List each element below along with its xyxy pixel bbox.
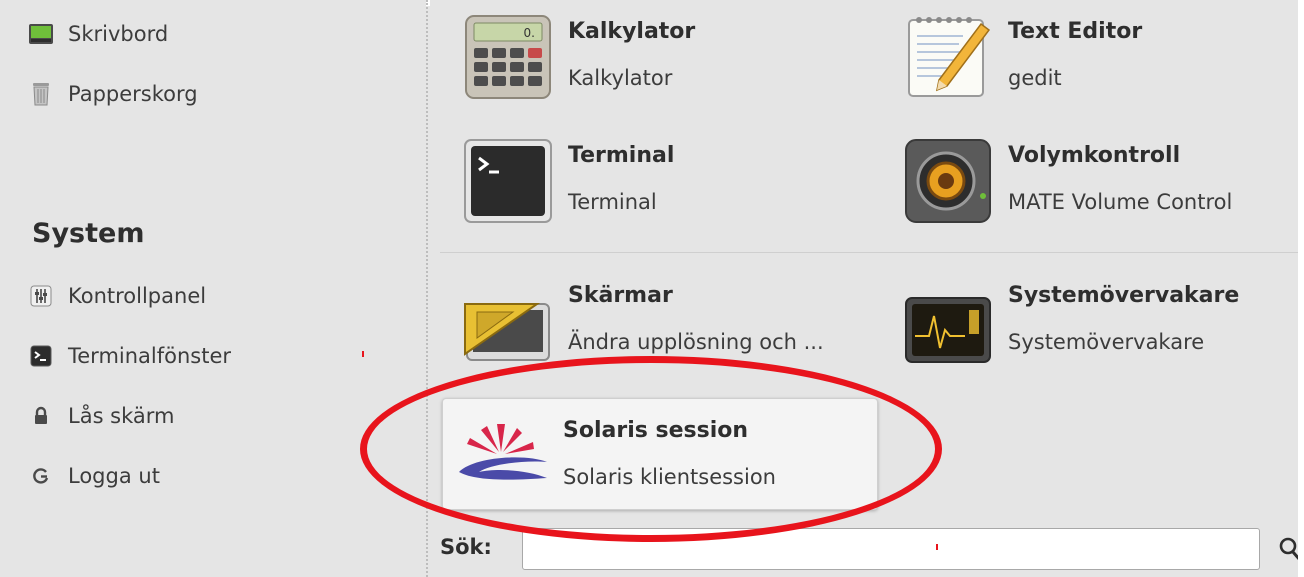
app-volymkontroll[interactable]: Volymkontroll MATE Volume Control bbox=[902, 124, 1232, 234]
solaris-logo-icon bbox=[457, 408, 549, 500]
desktop-icon bbox=[28, 21, 54, 47]
app-name: Text Editor bbox=[1008, 19, 1143, 44]
app-name: Volymkontroll bbox=[1008, 143, 1181, 168]
red-mark bbox=[362, 351, 364, 357]
app-name: Kalkylator bbox=[568, 19, 696, 44]
app-solaris-session[interactable]: Solaris session Solaris klientsession bbox=[442, 398, 878, 510]
app-text-editor[interactable]: Text Editor gedit bbox=[902, 0, 1142, 110]
sidebar-item-label: Logga ut bbox=[68, 464, 160, 488]
sidebar-item-papperskorg[interactable]: Papperskorg bbox=[28, 74, 198, 114]
section-title-system: System bbox=[32, 218, 145, 249]
app-description: Ändra upplösning och ... bbox=[568, 330, 824, 354]
sidebar-item-logga-ut[interactable]: Logga ut bbox=[28, 456, 160, 496]
display-icon bbox=[462, 273, 554, 365]
app-description: Solaris klientsession bbox=[563, 465, 776, 489]
speaker-icon bbox=[902, 133, 994, 225]
lock-icon bbox=[28, 403, 54, 429]
sidebar-item-label: Skrivbord bbox=[68, 22, 169, 46]
sidebar-item-las-skarm[interactable]: Lås skärm bbox=[28, 396, 175, 436]
app-description: gedit bbox=[1008, 66, 1062, 90]
logout-icon bbox=[28, 463, 54, 489]
sidebar-item-kontrollpanel[interactable]: Kontrollpanel bbox=[28, 276, 206, 316]
app-kalkylator[interactable]: 0. Kalkylator Kalkylator bbox=[462, 0, 695, 110]
calculator-icon: 0. bbox=[462, 9, 554, 101]
app-description: Kalkylator bbox=[568, 66, 673, 90]
sidebar-item-label: Terminalfönster bbox=[68, 344, 232, 368]
terminal-small-icon bbox=[28, 343, 54, 369]
vertical-divider bbox=[426, 0, 428, 577]
app-skarmar[interactable]: Skärmar Ändra upplösning och ... bbox=[462, 264, 824, 374]
sidebar-item-terminalfonster[interactable]: Terminalfönster bbox=[28, 336, 231, 376]
sidebar-item-label: Kontrollpanel bbox=[68, 284, 207, 308]
search-label: Sök: bbox=[440, 535, 492, 559]
app-name: Solaris session bbox=[563, 418, 749, 443]
app-description: Terminal bbox=[568, 190, 657, 214]
text-editor-icon bbox=[902, 9, 994, 101]
app-name: Terminal bbox=[568, 143, 675, 168]
search-input[interactable] bbox=[522, 528, 1260, 570]
sidebar: Skrivbord Papperskorg System Kontrollpan… bbox=[0, 0, 426, 577]
app-description: MATE Volume Control bbox=[1008, 190, 1233, 214]
right-edge bbox=[1298, 0, 1304, 577]
app-name: Systemövervakare bbox=[1008, 283, 1240, 308]
app-terminal[interactable]: Terminal Terminal bbox=[462, 124, 674, 234]
system-monitor-icon bbox=[902, 273, 994, 365]
app-name: Skärmar bbox=[568, 283, 673, 308]
app-systemovervakare[interactable]: Systemövervakare Systemövervakare bbox=[902, 264, 1239, 374]
sidebar-item-skrivbord[interactable]: Skrivbord bbox=[28, 14, 168, 54]
control-panel-icon bbox=[28, 283, 54, 309]
app-description: Systemövervakare bbox=[1008, 330, 1205, 354]
sidebar-item-label: Lås skärm bbox=[68, 404, 175, 428]
sidebar-item-label: Papperskorg bbox=[68, 82, 198, 106]
svg-text:0.: 0. bbox=[524, 26, 535, 40]
trash-icon bbox=[28, 81, 54, 107]
horizontal-divider bbox=[440, 252, 1304, 253]
terminal-icon bbox=[462, 133, 554, 225]
red-mark bbox=[936, 544, 938, 550]
